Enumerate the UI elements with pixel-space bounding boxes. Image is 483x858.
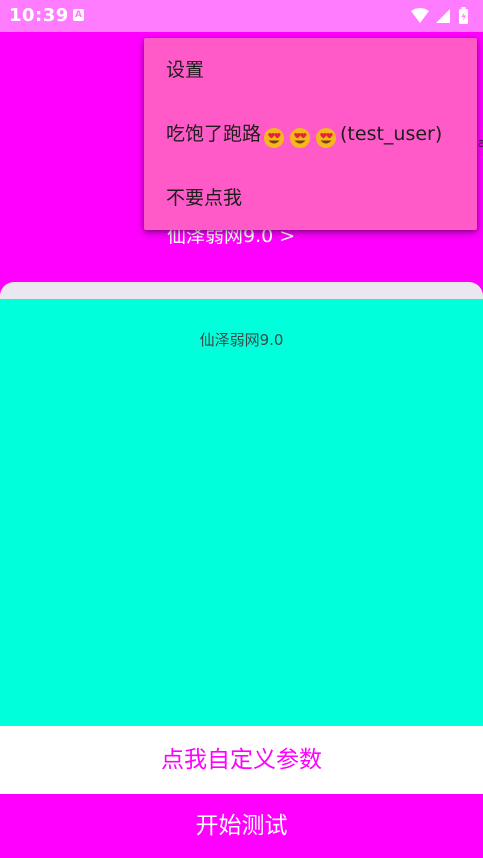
heart-eyes-face-icon: [290, 127, 311, 148]
overflow-menu: 设置 吃饱了跑路 (test_user) 不要点我: [144, 38, 477, 230]
content-card: 仙泽弱网9.0: [0, 299, 483, 726]
menu-item-label: 设置: [166, 59, 205, 81]
heart-eyes-face-icon: [264, 127, 285, 148]
start-test-button[interactable]: 开始测试: [0, 794, 483, 858]
menu-item-user[interactable]: 吃饱了跑路 (test_user): [144, 102, 477, 166]
custom-params-button[interactable]: 点我自定义参数: [0, 726, 483, 794]
signal-icon: [436, 9, 450, 23]
menu-item-label: 吃饱了跑路 (test_user): [166, 122, 442, 149]
status-bar: 10:39 A: [0, 0, 483, 32]
menu-item-dont-click[interactable]: 不要点我: [144, 166, 477, 230]
battery-icon: [459, 7, 468, 24]
notification-icon: A: [73, 9, 84, 21]
wifi-icon: [411, 8, 429, 23]
status-icons: [407, 6, 477, 26]
emoji-row: [262, 125, 340, 149]
menu-item-label: 不要点我: [166, 187, 243, 209]
status-time: 10:39: [9, 5, 69, 26]
heart-eyes-face-icon: [316, 127, 337, 148]
menu-item-settings[interactable]: 设置: [144, 38, 477, 102]
card-subtitle: 仙泽弱网9.0: [199, 331, 284, 349]
edge-fragment: a: [478, 136, 483, 150]
user-label-prefix: 吃饱了跑路: [166, 123, 262, 145]
user-label-suffix: (test_user): [340, 123, 443, 145]
